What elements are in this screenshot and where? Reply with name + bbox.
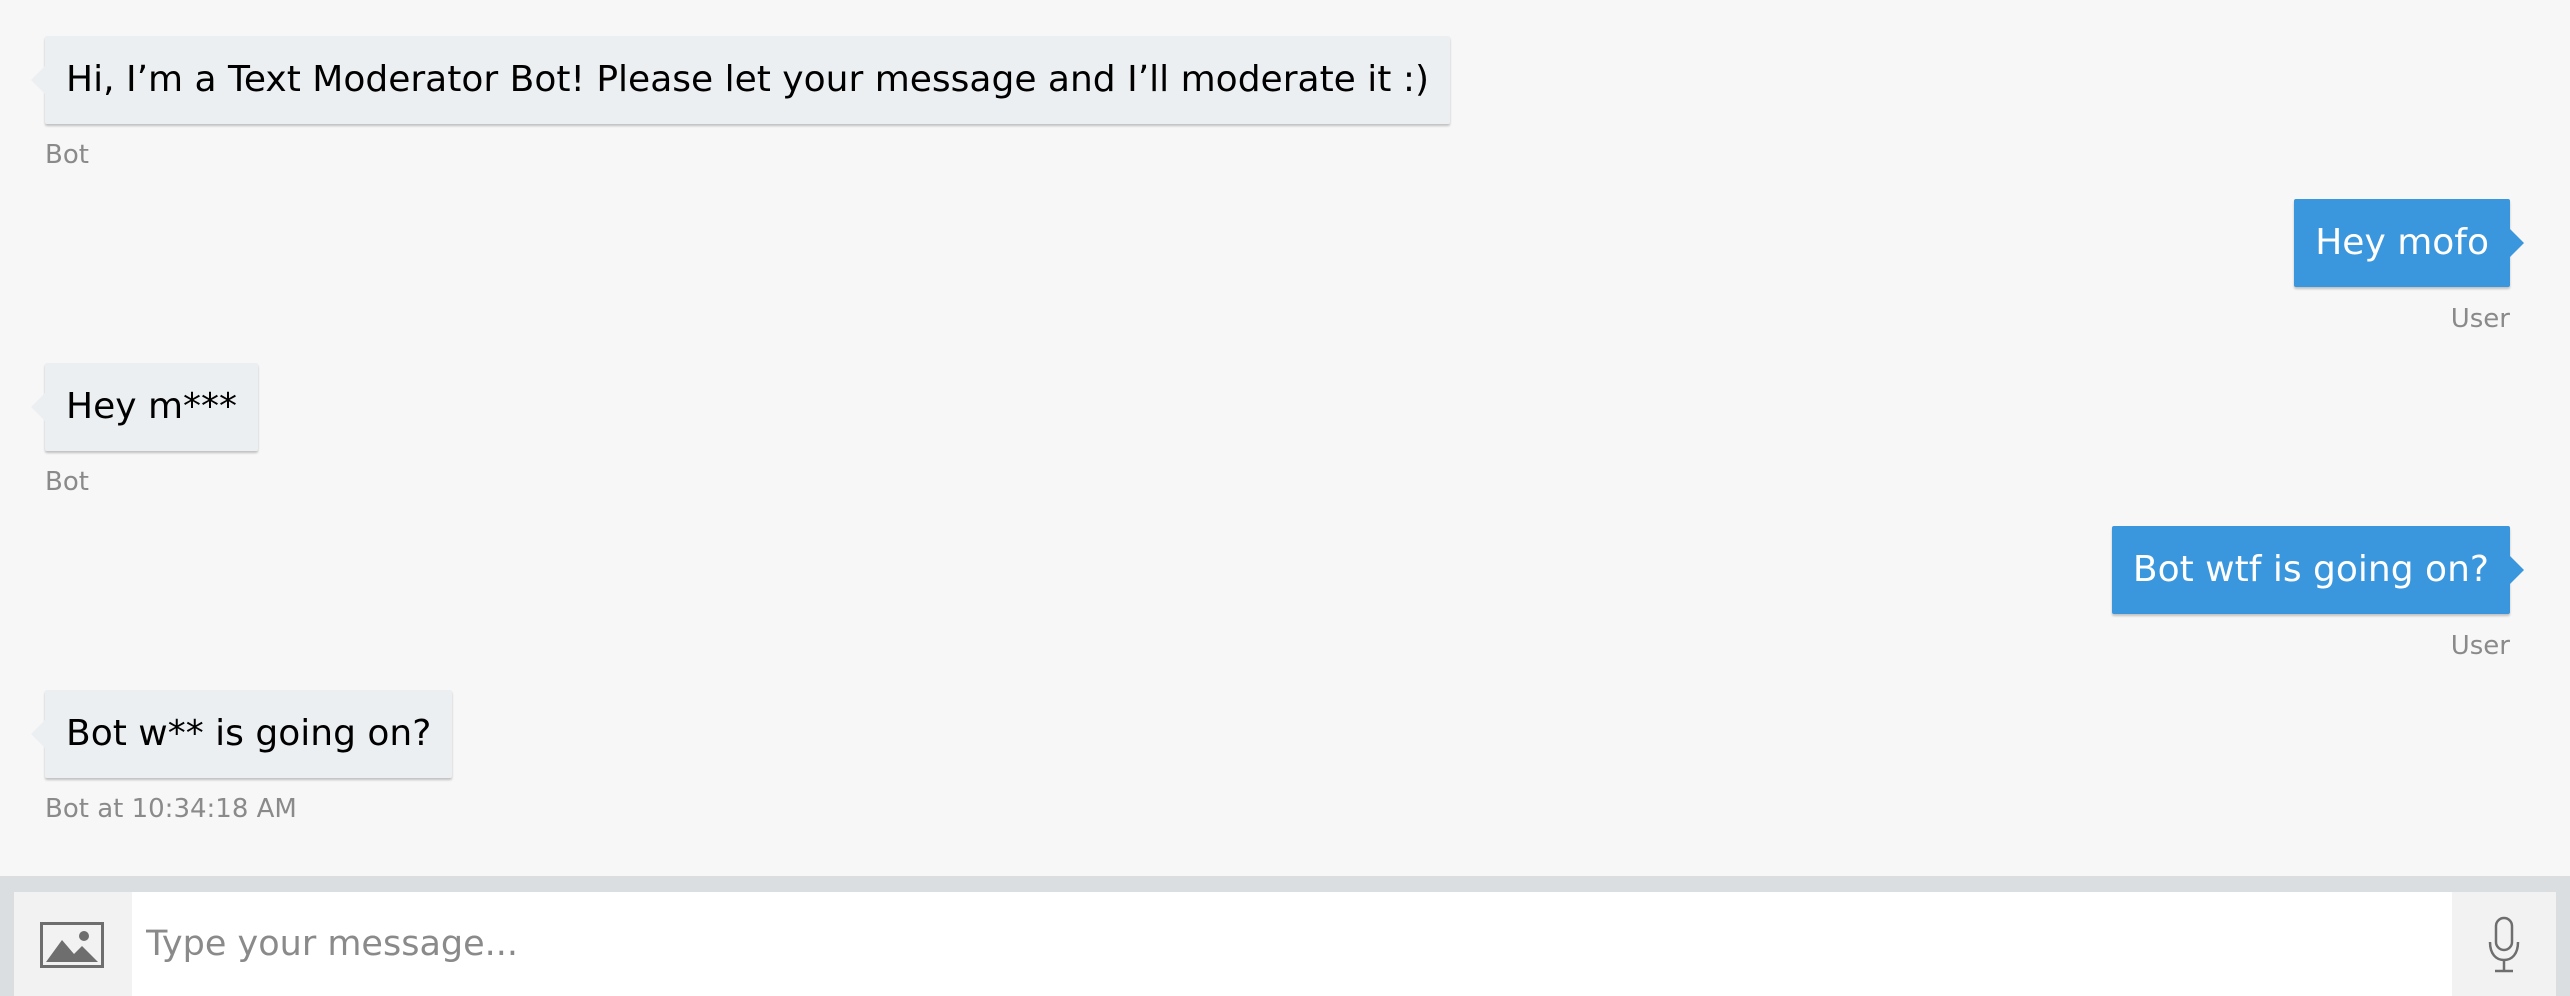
user-message-bubble: Hey mofo [2294, 199, 2524, 287]
bot-message-bubble: Bot w** is going on? [30, 690, 453, 778]
bot-message-bubble: Hi, I’m a Text Moderator Bot! Please let… [30, 36, 1451, 124]
message-meta: Bot [45, 467, 89, 497]
message-composer [0, 876, 2570, 996]
message-meta: User [2450, 631, 2510, 661]
microphone-button[interactable] [2452, 892, 2556, 996]
message-timestamp: Bot at 10:34:18 AM [45, 794, 297, 824]
composer-field-wrapper [14, 892, 2556, 996]
message-meta: Bot [45, 140, 89, 170]
message-meta: User [2450, 304, 2510, 334]
chat-history: Hi, I’m a Text Moderator Bot! Please let… [0, 0, 2570, 876]
bot-message-bubble: Hey m*** [30, 363, 259, 451]
user-message-bubble: Bot wtf is going on? [2111, 526, 2525, 614]
upload-image-button[interactable] [14, 892, 132, 996]
message-input[interactable] [132, 892, 2452, 996]
